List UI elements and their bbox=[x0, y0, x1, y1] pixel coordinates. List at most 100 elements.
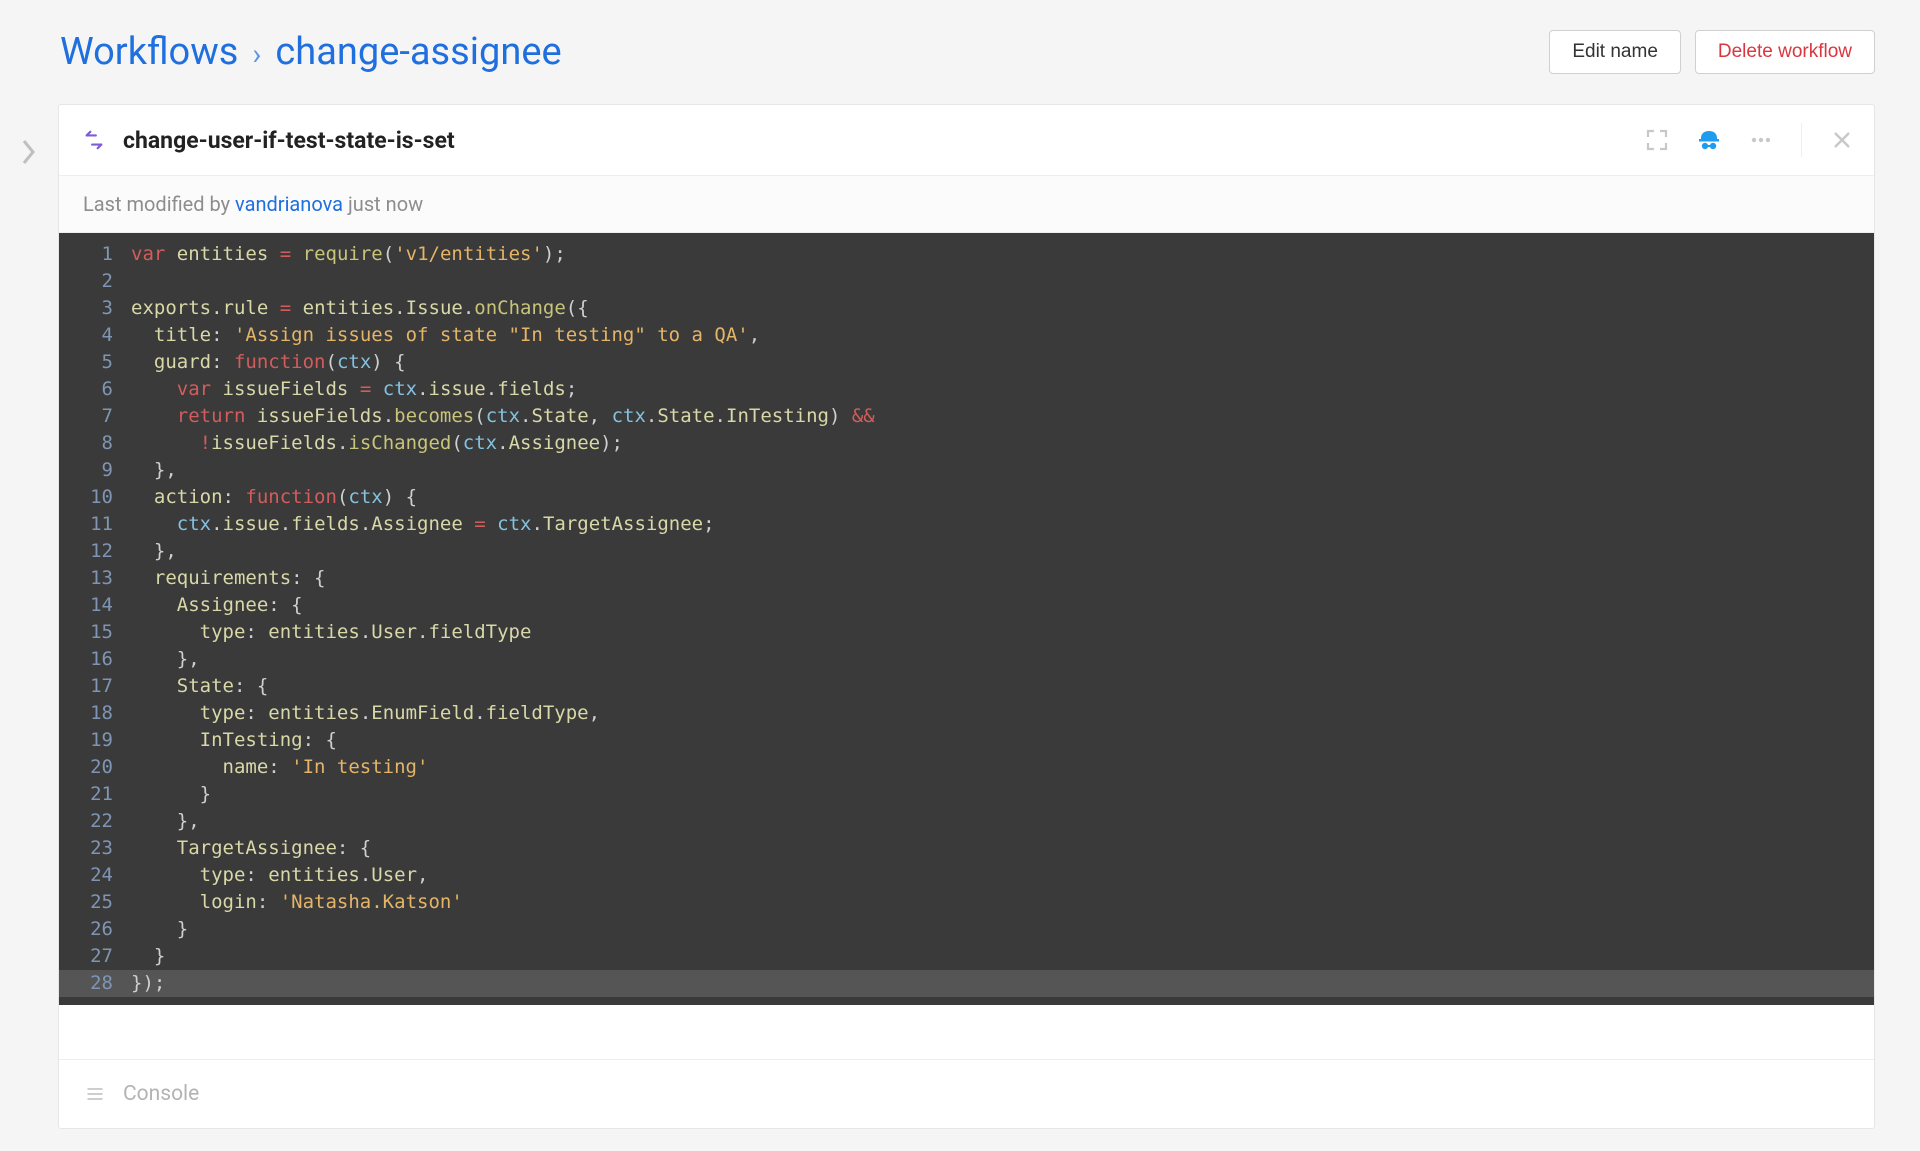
incognito-button[interactable] bbox=[1697, 128, 1721, 152]
incognito-icon bbox=[1697, 128, 1721, 152]
code-line[interactable]: 4 title: 'Assign issues of state "In tes… bbox=[59, 322, 1874, 349]
line-number: 16 bbox=[59, 646, 125, 673]
line-number: 23 bbox=[59, 835, 125, 862]
sidebar-expand-chevron[interactable] bbox=[0, 104, 58, 1129]
code-content: State: { bbox=[125, 673, 268, 700]
line-number: 18 bbox=[59, 700, 125, 727]
panel-tools bbox=[1645, 123, 1854, 157]
code-line[interactable]: 23 TargetAssignee: { bbox=[59, 835, 1874, 862]
code-line[interactable]: 13 requirements: { bbox=[59, 565, 1874, 592]
console-icon bbox=[85, 1084, 105, 1104]
last-modified-info: Last modified by vandrianova just now bbox=[59, 176, 1874, 233]
code-line[interactable]: 14 Assignee: { bbox=[59, 592, 1874, 619]
console-label: Console bbox=[123, 1082, 199, 1106]
close-panel-button[interactable] bbox=[1830, 128, 1854, 152]
line-number: 10 bbox=[59, 484, 125, 511]
code-content: title: 'Assign issues of state "In testi… bbox=[125, 322, 760, 349]
code-line[interactable]: 9 }, bbox=[59, 457, 1874, 484]
code-line[interactable]: 11 ctx.issue.fields.Assignee = ctx.Targe… bbox=[59, 511, 1874, 538]
line-number: 3 bbox=[59, 295, 125, 322]
code-line[interactable]: 6 var issueFields = ctx.issue.fields; bbox=[59, 376, 1874, 403]
code-line[interactable]: 7 return issueFields.becomes(ctx.State, … bbox=[59, 403, 1874, 430]
code-line[interactable]: 12 }, bbox=[59, 538, 1874, 565]
code-content: } bbox=[125, 781, 211, 808]
code-content: } bbox=[125, 943, 165, 970]
line-number: 11 bbox=[59, 511, 125, 538]
code-content: guard: function(ctx) { bbox=[125, 349, 406, 376]
line-number: 19 bbox=[59, 727, 125, 754]
code-content: }, bbox=[125, 457, 177, 484]
rule-type-icon bbox=[83, 129, 105, 151]
line-number: 25 bbox=[59, 889, 125, 916]
chevron-right-icon bbox=[21, 138, 37, 166]
line-number: 5 bbox=[59, 349, 125, 376]
page-header: Workflows › change-assignee Edit name De… bbox=[0, 20, 1875, 104]
code-content: exports.rule = entities.Issue.onChange({ bbox=[125, 295, 589, 322]
more-options-button[interactable] bbox=[1749, 128, 1773, 152]
code-line[interactable]: 22 }, bbox=[59, 808, 1874, 835]
code-content: } bbox=[125, 916, 188, 943]
code-content: InTesting: { bbox=[125, 727, 337, 754]
code-line[interactable]: 26 } bbox=[59, 916, 1874, 943]
code-line[interactable]: 17 State: { bbox=[59, 673, 1874, 700]
delete-workflow-button[interactable]: Delete workflow bbox=[1695, 30, 1875, 74]
line-number: 26 bbox=[59, 916, 125, 943]
code-line[interactable]: 21 } bbox=[59, 781, 1874, 808]
code-content: ctx.issue.fields.Assignee = ctx.TargetAs… bbox=[125, 511, 715, 538]
line-number: 14 bbox=[59, 592, 125, 619]
code-content: type: entities.EnumField.fieldType, bbox=[125, 700, 600, 727]
code-content: }, bbox=[125, 808, 200, 835]
code-line[interactable]: 27 } bbox=[59, 943, 1874, 970]
code-content: return issueFields.becomes(ctx.State, ct… bbox=[125, 403, 875, 430]
code-content: type: entities.User, bbox=[125, 862, 428, 889]
code-content: requirements: { bbox=[125, 565, 326, 592]
code-content: }, bbox=[125, 646, 200, 673]
console-toggle[interactable]: Console bbox=[59, 1059, 1874, 1128]
line-number: 15 bbox=[59, 619, 125, 646]
code-line[interactable]: 19 InTesting: { bbox=[59, 727, 1874, 754]
breadcrumb-separator: › bbox=[252, 37, 261, 72]
code-line[interactable]: 16 }, bbox=[59, 646, 1874, 673]
fullscreen-button[interactable] bbox=[1645, 128, 1669, 152]
breadcrumb: Workflows › change-assignee bbox=[60, 30, 562, 74]
code-line[interactable]: 8 !issueFields.isChanged(ctx.Assignee); bbox=[59, 430, 1874, 457]
modified-user-link[interactable]: vandrianova bbox=[235, 192, 343, 216]
code-content: !issueFields.isChanged(ctx.Assignee); bbox=[125, 430, 623, 457]
code-line[interactable]: 25 login: 'Natasha.Katson' bbox=[59, 889, 1874, 916]
code-editor[interactable]: 1var entities = require('v1/entities');2… bbox=[59, 233, 1874, 1005]
code-line[interactable]: 5 guard: function(ctx) { bbox=[59, 349, 1874, 376]
code-line[interactable]: 24 type: entities.User, bbox=[59, 862, 1874, 889]
edit-name-button[interactable]: Edit name bbox=[1549, 30, 1681, 74]
code-content: var entities = require('v1/entities'); bbox=[125, 241, 566, 268]
code-content: TargetAssignee: { bbox=[125, 835, 371, 862]
modified-prefix: Last modified by bbox=[83, 192, 235, 216]
breadcrumb-root-link[interactable]: Workflows bbox=[60, 30, 238, 74]
tool-divider bbox=[1801, 123, 1802, 157]
code-line[interactable]: 1var entities = require('v1/entities'); bbox=[59, 241, 1874, 268]
code-line[interactable]: 18 type: entities.EnumField.fieldType, bbox=[59, 700, 1874, 727]
line-number: 28 bbox=[59, 970, 125, 997]
line-number: 21 bbox=[59, 781, 125, 808]
code-content: Assignee: { bbox=[125, 592, 303, 619]
rule-title: change-user-if-test-state-is-set bbox=[123, 127, 1627, 154]
code-line[interactable]: 10 action: function(ctx) { bbox=[59, 484, 1874, 511]
code-content: var issueFields = ctx.issue.fields; bbox=[125, 376, 577, 403]
code-line[interactable]: 20 name: 'In testing' bbox=[59, 754, 1874, 781]
code-line[interactable]: 15 type: entities.User.fieldType bbox=[59, 619, 1874, 646]
line-number: 17 bbox=[59, 673, 125, 700]
line-number: 6 bbox=[59, 376, 125, 403]
line-number: 12 bbox=[59, 538, 125, 565]
panel-header: change-user-if-test-state-is-set bbox=[59, 105, 1874, 176]
code-line[interactable]: 3exports.rule = entities.Issue.onChange(… bbox=[59, 295, 1874, 322]
code-content bbox=[125, 268, 131, 295]
line-number: 22 bbox=[59, 808, 125, 835]
modified-suffix: just now bbox=[343, 192, 423, 216]
code-content: }, bbox=[125, 538, 177, 565]
header-actions: Edit name Delete workflow bbox=[1549, 30, 1875, 74]
editor-panel: change-user-if-test-state-is-set bbox=[58, 104, 1875, 1129]
breadcrumb-current: change-assignee bbox=[275, 30, 561, 74]
line-number: 24 bbox=[59, 862, 125, 889]
code-line[interactable]: 28}); bbox=[59, 970, 1874, 997]
line-number: 27 bbox=[59, 943, 125, 970]
code-line[interactable]: 2 bbox=[59, 268, 1874, 295]
